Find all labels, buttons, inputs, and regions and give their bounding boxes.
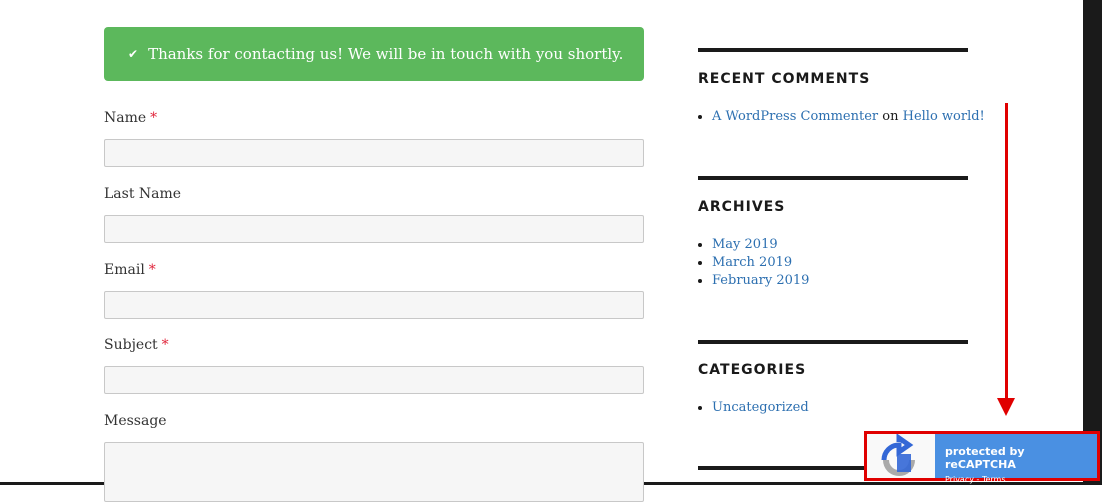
required-mark: * (161, 337, 169, 353)
recaptcha-links: Privacy - Terms (945, 475, 1097, 484)
link-separator: - (973, 475, 982, 484)
subject-label: Subject * (104, 337, 169, 353)
recaptcha-badge[interactable]: protected by reCAPTCHA Privacy - Terms (864, 431, 1100, 484)
email-field[interactable] (104, 291, 644, 319)
widget-divider (698, 340, 968, 344)
terms-link[interactable]: Terms (982, 475, 1006, 484)
success-message: ✔ Thanks for contacting us! We will be i… (104, 27, 644, 81)
comment-author-link[interactable]: A WordPress Commenter (712, 109, 878, 124)
archive-link-may-2019[interactable]: May 2019 (712, 237, 778, 252)
archive-link-march-2019[interactable]: March 2019 (712, 255, 792, 270)
annotation-arrow-head (997, 398, 1015, 416)
recent-comments-title: RECENT COMMENTS (698, 71, 871, 87)
comment-connector: on (882, 109, 899, 124)
annotation-arrow-line (1005, 103, 1008, 400)
recent-comments-list: A WordPress Commenter on Hello world! (698, 108, 985, 126)
required-mark: * (150, 110, 158, 126)
widget-divider (698, 48, 968, 52)
categories-list: Uncategorized (698, 399, 809, 417)
message-label: Message (104, 413, 167, 429)
archive-link-february-2019[interactable]: February 2019 (712, 273, 809, 288)
list-item: A WordPress Commenter on Hello world! (712, 108, 985, 126)
privacy-link[interactable]: Privacy (945, 475, 974, 484)
recaptcha-text-panel: protected by reCAPTCHA Privacy - Terms (935, 434, 1097, 484)
archives-title: ARCHIVES (698, 199, 786, 215)
list-item: Uncategorized (712, 399, 809, 417)
widget-divider (698, 176, 968, 180)
recaptcha-logo-svg (881, 433, 915, 476)
list-item: May 2019 (712, 236, 809, 254)
name-label: Name * (104, 110, 158, 126)
recaptcha-icon (867, 433, 935, 478)
check-icon: ✔ (128, 47, 139, 61)
categories-title: CATEGORIES (698, 362, 807, 378)
success-message-text: Thanks for contacting us! We will be in … (148, 45, 624, 63)
archives-list: May 2019 March 2019 February 2019 (698, 236, 809, 290)
name-field[interactable] (104, 139, 644, 167)
list-item: February 2019 (712, 272, 809, 290)
page-edge-bar (1083, 0, 1102, 485)
required-mark: * (148, 262, 156, 278)
recaptcha-protected-text: protected by reCAPTCHA (945, 445, 1025, 471)
email-label: Email * (104, 262, 156, 278)
last-name-field[interactable] (104, 215, 644, 243)
subject-field[interactable] (104, 366, 644, 394)
category-link-uncategorized[interactable]: Uncategorized (712, 400, 809, 415)
last-name-label: Last Name (104, 186, 182, 202)
comment-post-link[interactable]: Hello world! (903, 109, 985, 124)
message-field[interactable] (104, 442, 644, 502)
list-item: March 2019 (712, 254, 809, 272)
